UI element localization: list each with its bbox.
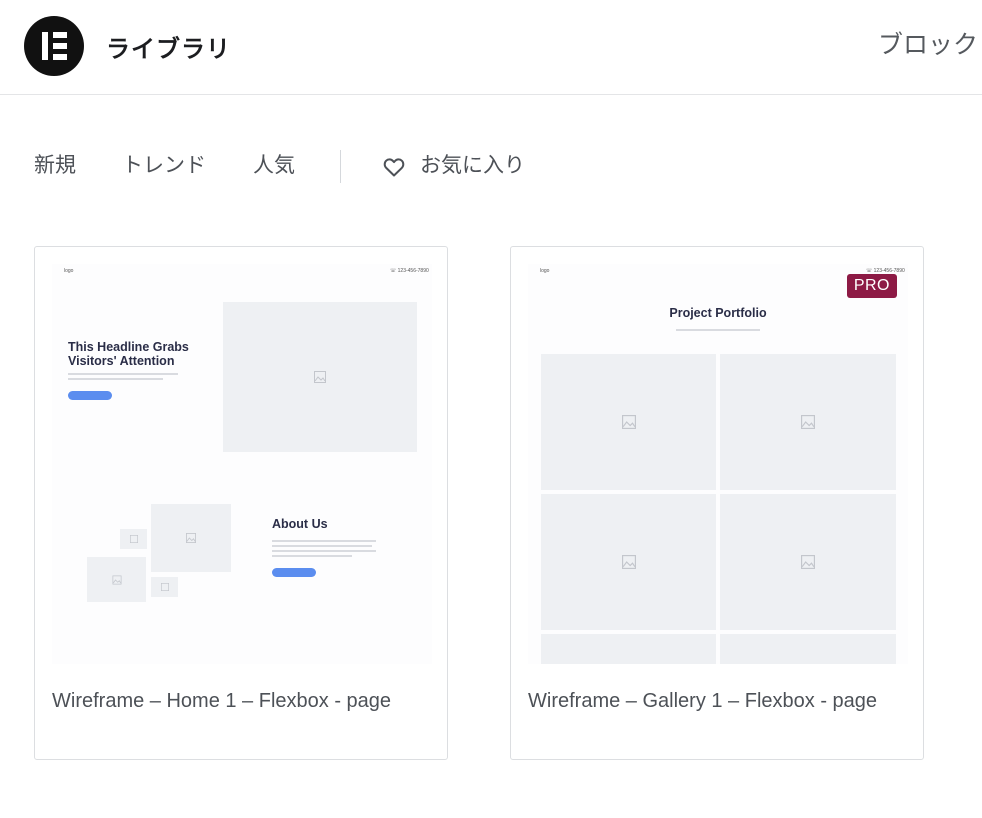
- preview-logo: logo: [64, 268, 74, 274]
- template-title[interactable]: Wireframe – Gallery 1 – Flexbox - page: [528, 690, 908, 713]
- preview-about-heading: About Us: [272, 517, 328, 531]
- filter-favorites[interactable]: お気に入り: [420, 150, 525, 182]
- image-placeholder: [541, 494, 716, 630]
- elementor-logo-icon: [24, 16, 84, 76]
- image-placeholder: [720, 494, 896, 630]
- image-placeholder: [223, 302, 417, 452]
- image-placeholder: [541, 354, 716, 490]
- library-header: ライブラリ ブロック: [0, 0, 982, 95]
- preview-headline: Project Portfolio: [669, 306, 767, 320]
- filter-new[interactable]: 新規: [34, 150, 76, 182]
- filter-popular[interactable]: 人気: [253, 150, 295, 182]
- pro-badge: PRO: [846, 274, 897, 298]
- template-card-home[interactable]: logo ☏ 123-456-7890 This Headline Grabs …: [34, 246, 448, 760]
- filter-divider: [340, 150, 341, 183]
- preview-phone: ☏ 123-456-7890: [390, 268, 429, 274]
- image-placeholder: [720, 354, 896, 490]
- template-title[interactable]: Wireframe – Home 1 – Flexbox - page: [52, 690, 432, 713]
- preview-headline: This Headline Grabs Visitors' Attention: [68, 340, 189, 368]
- filter-trend[interactable]: トレンド: [122, 150, 206, 182]
- heart-icon[interactable]: [382, 155, 406, 179]
- preview-logo: logo: [540, 268, 550, 274]
- template-preview-gallery[interactable]: logo ☏ 123-456-7890 Project Portfolio: [528, 264, 908, 664]
- tab-blocks[interactable]: ブロック: [878, 25, 978, 61]
- preview-button: [68, 391, 112, 400]
- page-title: ライブラリ: [106, 36, 231, 63]
- template-preview-home[interactable]: logo ☏ 123-456-7890 This Headline Grabs …: [52, 264, 432, 664]
- template-card-gallery[interactable]: logo ☏ 123-456-7890 Project Portfolio PR…: [510, 246, 924, 760]
